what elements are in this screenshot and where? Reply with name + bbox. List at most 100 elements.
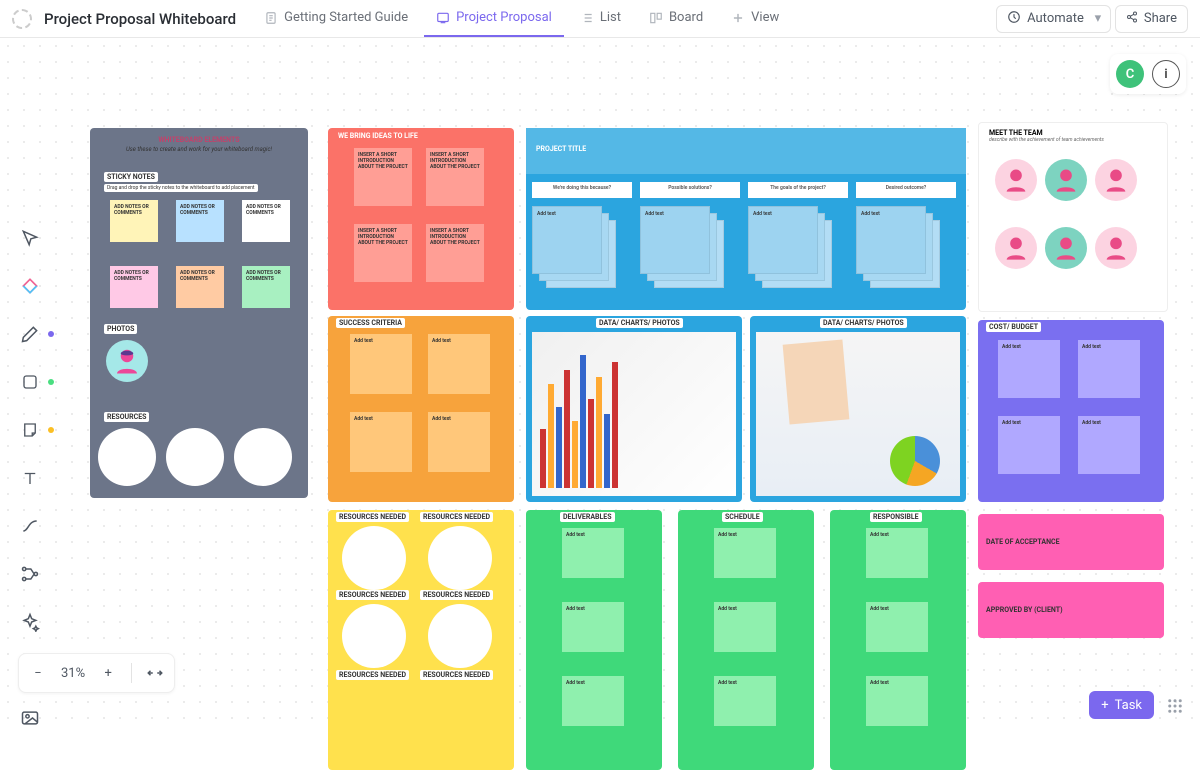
- ideas-panel[interactable]: WE BRING IDEAS TO LIFE INSERT A SHORT IN…: [328, 128, 514, 310]
- team-avatar[interactable]: [1045, 159, 1087, 201]
- plus-icon: +: [1101, 698, 1108, 713]
- resource-circle[interactable]: [98, 428, 156, 486]
- resource-circle[interactable]: [428, 526, 492, 590]
- team-avatar[interactable]: [995, 227, 1037, 269]
- success-note[interactable]: Add text: [350, 412, 412, 472]
- flow-tool[interactable]: [16, 560, 44, 588]
- sticky-label: STICKY NOTES: [104, 172, 158, 182]
- team-avatar[interactable]: [1095, 227, 1137, 269]
- data-panel-2[interactable]: DATA/ CHARTS/ PHOTOS: [750, 316, 966, 502]
- tab-label: Project Proposal: [456, 10, 552, 25]
- sticky-note[interactable]: ADD NOTES OR COMMENTS: [176, 200, 224, 242]
- share-button[interactable]: Share: [1115, 5, 1188, 33]
- acceptance-panel[interactable]: DATE OF ACCEPTANCE: [978, 514, 1164, 570]
- sticky-tool[interactable]: [16, 272, 44, 300]
- tab-project-proposal[interactable]: Project Proposal: [424, 1, 564, 37]
- resp-note[interactable]: Add text: [866, 528, 928, 578]
- res-label: RESOURCES NEEDED: [420, 512, 493, 522]
- resource-circle[interactable]: [342, 526, 406, 590]
- team-avatar[interactable]: [995, 159, 1037, 201]
- automate-button[interactable]: Automate ▾: [996, 5, 1111, 33]
- del-note[interactable]: Add text: [562, 528, 624, 578]
- success-note[interactable]: Add text: [350, 334, 412, 394]
- note-tool[interactable]: [16, 416, 44, 444]
- team-avatar[interactable]: [1045, 227, 1087, 269]
- plus-icon: [731, 11, 745, 25]
- cost-note[interactable]: Add text: [1078, 340, 1140, 398]
- responsible-panel[interactable]: RESPONSIBLE Add text Add text Add text: [830, 510, 966, 770]
- sticky-note[interactable]: ADD NOTES OR COMMENTS: [242, 266, 290, 308]
- apps-button[interactable]: [1162, 693, 1188, 719]
- data-title: DATA/ CHARTS/ PHOTOS: [820, 318, 907, 328]
- fit-width-button[interactable]: [146, 664, 164, 682]
- sch-note[interactable]: Add text: [714, 528, 776, 578]
- elements-title: WHITEBOARD ELEMENTS: [90, 136, 308, 144]
- connector-tool[interactable]: [16, 512, 44, 540]
- resp-note[interactable]: Add text: [866, 676, 928, 726]
- resources-panel[interactable]: RESOURCES NEEDED RESOURCES NEEDED RESOUR…: [328, 510, 514, 770]
- zoom-out-button[interactable]: −: [29, 664, 47, 682]
- task-button[interactable]: + Task: [1089, 691, 1154, 719]
- zoom-in-button[interactable]: +: [99, 664, 117, 682]
- del-note[interactable]: Add text: [562, 676, 624, 726]
- q4: Desired outcome?: [856, 182, 956, 198]
- resource-circle[interactable]: [342, 604, 406, 668]
- resource-circle[interactable]: [166, 428, 224, 486]
- chart-image[interactable]: [756, 332, 960, 496]
- success-panel[interactable]: SUCCESS CRITERIA Add text Add text Add t…: [328, 316, 514, 502]
- sticky-note[interactable]: ADD NOTES OR COMMENTS: [242, 200, 290, 242]
- ideas-note[interactable]: INSERT A SHORT INTRODUCTION ABOUT THE PR…: [354, 148, 412, 206]
- success-note[interactable]: Add text: [428, 334, 490, 394]
- image-tool[interactable]: [16, 704, 44, 732]
- del-note[interactable]: Add text: [562, 602, 624, 652]
- chevron-down-icon: ▾: [1090, 11, 1106, 27]
- user-avatar[interactable]: C: [1116, 60, 1144, 88]
- sch-note[interactable]: Add text: [714, 676, 776, 726]
- team-avatar[interactable]: [1095, 159, 1137, 201]
- ideas-note[interactable]: INSERT A SHORT INTRODUCTION ABOUT THE PR…: [426, 224, 484, 282]
- ideas-note[interactable]: INSERT A SHORT INTRODUCTION ABOUT THE PR…: [354, 224, 412, 282]
- deliverables-panel[interactable]: DELIVERABLES Add text Add text Add text: [526, 510, 662, 770]
- list-icon: [580, 11, 594, 25]
- elements-panel[interactable]: WHITEBOARD ELEMENTS Use these to create …: [90, 128, 308, 498]
- schedule-panel[interactable]: SCHEDULE Add text Add text Add text: [678, 510, 814, 770]
- shape-tool[interactable]: [16, 368, 44, 396]
- whiteboard-canvas[interactable]: C i − 31% + + Task: [0, 38, 1200, 733]
- text-tool[interactable]: [16, 464, 44, 492]
- data-panel-1[interactable]: DATA/ CHARTS/ PHOTOS: [526, 316, 742, 502]
- share-icon: [1126, 11, 1138, 27]
- tab-add-view[interactable]: View: [719, 1, 791, 37]
- sticky-note[interactable]: ADD NOTES OR COMMENTS: [176, 266, 224, 308]
- sch-note[interactable]: Add text: [714, 602, 776, 652]
- resource-circle[interactable]: [428, 604, 492, 668]
- chart-image[interactable]: [532, 332, 736, 496]
- cost-note[interactable]: Add text: [1078, 416, 1140, 474]
- whiteboard-icon: [436, 11, 450, 25]
- top-right-floater: C i: [1110, 54, 1186, 94]
- cost-panel[interactable]: COST/ BUDGET Add text Add text Add text …: [978, 320, 1164, 502]
- tab-label: Getting Started Guide: [284, 10, 408, 25]
- pen-tool[interactable]: [16, 320, 44, 348]
- project-panel[interactable]: PROJECT TITLE We're doing this because? …: [526, 128, 966, 310]
- resp-note[interactable]: Add text: [866, 602, 928, 652]
- select-tool[interactable]: [16, 224, 44, 252]
- resource-circle[interactable]: [234, 428, 292, 486]
- ai-tool[interactable]: [16, 608, 44, 636]
- tab-list[interactable]: List: [568, 1, 633, 37]
- ideas-note[interactable]: INSERT A SHORT INTRODUCTION ABOUT THE PR…: [426, 148, 484, 206]
- tab-getting-started[interactable]: Getting Started Guide: [252, 1, 420, 37]
- zoom-control: − 31% +: [18, 653, 175, 693]
- info-icon[interactable]: i: [1152, 60, 1180, 88]
- photos-label: PHOTOS: [104, 324, 137, 334]
- approved-panel[interactable]: APPROVED BY (CLIENT): [978, 582, 1164, 638]
- sticky-note[interactable]: ADD NOTES OR COMMENTS: [110, 266, 158, 308]
- success-note[interactable]: Add text: [428, 412, 490, 472]
- automate-label: Automate: [1027, 11, 1084, 26]
- cost-note[interactable]: Add text: [998, 416, 1060, 474]
- tab-board[interactable]: Board: [637, 1, 715, 37]
- team-title: MEET THE TEAM: [979, 123, 1167, 137]
- team-panel[interactable]: MEET THE TEAM describe with the achievem…: [978, 122, 1168, 312]
- avatar-placeholder[interactable]: [106, 340, 148, 382]
- cost-note[interactable]: Add text: [998, 340, 1060, 398]
- sticky-note[interactable]: ADD NOTES OR COMMENTS: [110, 200, 158, 242]
